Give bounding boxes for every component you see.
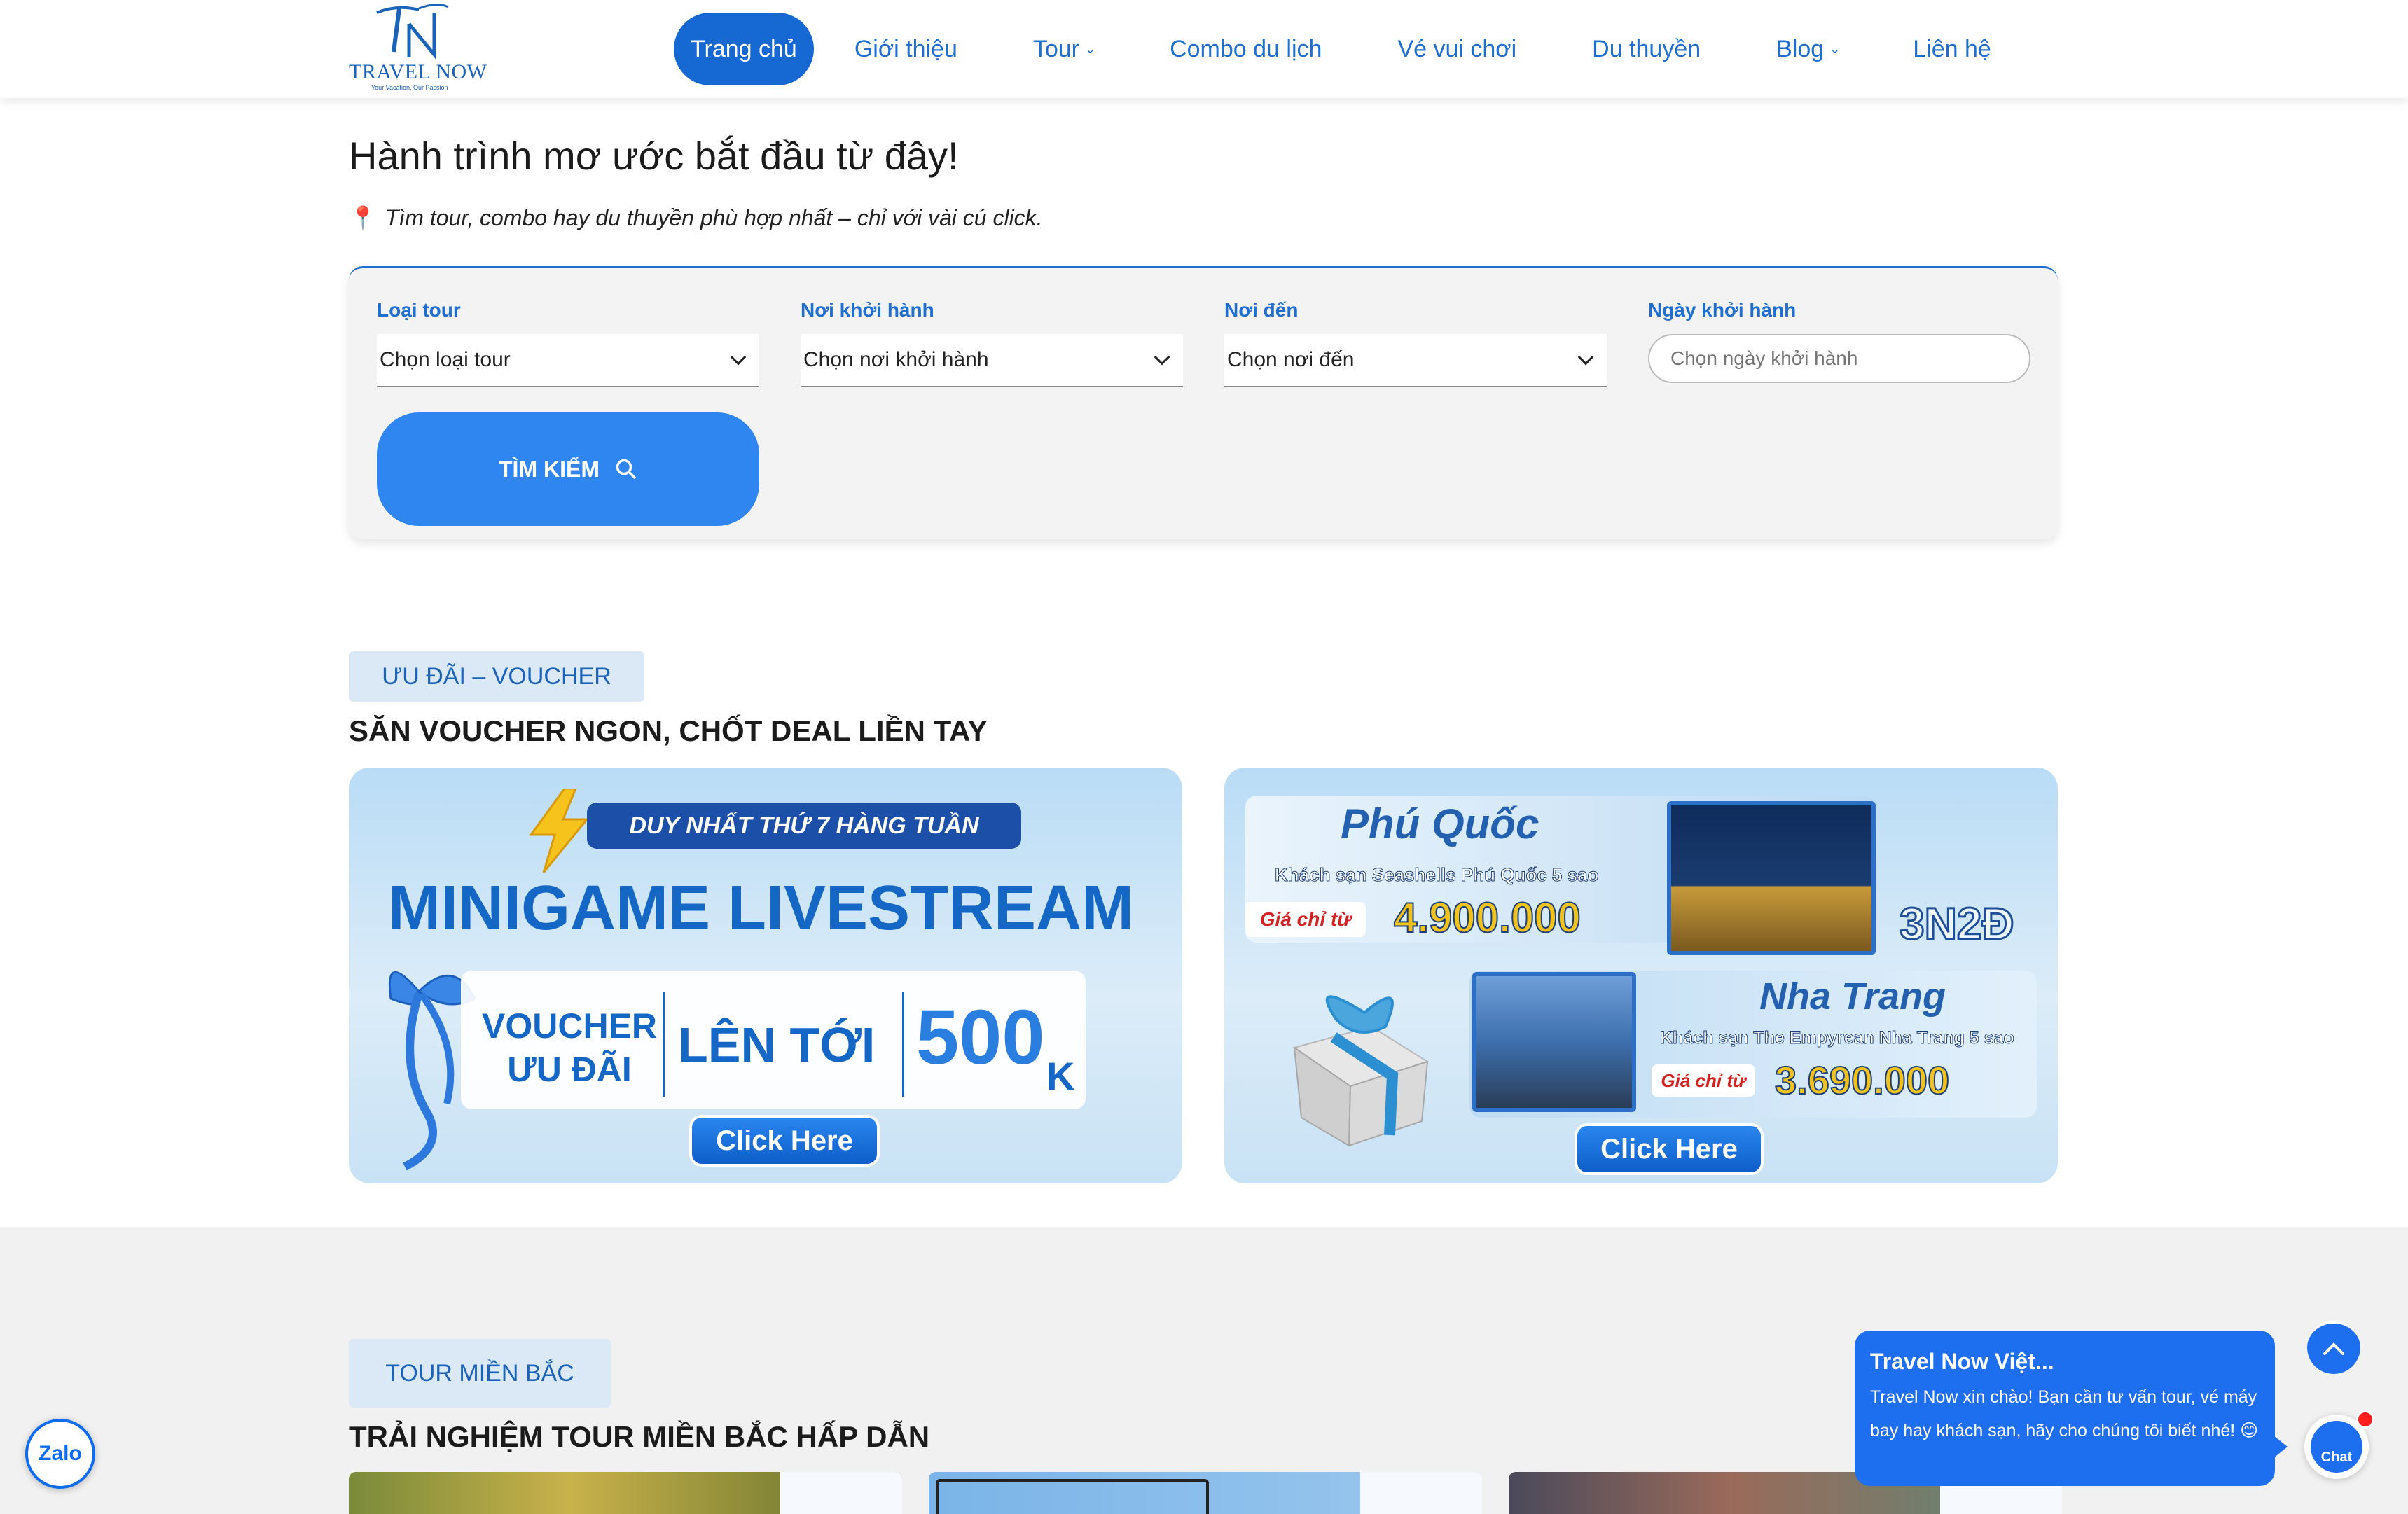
logo-mark-icon	[376, 4, 449, 60]
departure-field: Nơi khởi hành Chọn nơi khởi hành	[801, 299, 1183, 387]
hero-title: Hành trình mơ ước bắt đầu từ đây!	[349, 134, 959, 178]
chat-icon-label: Chat	[2320, 1450, 2353, 1465]
chevron-down-icon	[730, 349, 747, 366]
chevron-down-icon: ⌄	[1085, 41, 1096, 56]
price-label-1: Giá chỉ từ	[1245, 902, 1366, 937]
chevron-up-icon	[2323, 1342, 2344, 1355]
field-label: Nơi đến	[1224, 299, 1299, 321]
main-nav: Trang chủ Giới thiệu Tour ⌄ Combo du lịch…	[674, 13, 2008, 85]
tour-type-select[interactable]: Chọn loại tour	[377, 334, 759, 387]
tour-card[interactable]	[349, 1472, 902, 1514]
voucher-section-title: SĂN VOUCHER NGON, CHỐT DEAL LIỀN TAY	[349, 714, 988, 747]
scroll-to-top-button[interactable]	[2307, 1321, 2360, 1374]
tour-search-form: Loại tour Chọn loại tour Nơi khởi hành C…	[349, 266, 2058, 539]
destination-field: Nơi đến Chọn nơi đến	[1224, 299, 1607, 387]
tour-card-logo	[780, 1472, 902, 1514]
empyrean-hotel-photo	[1472, 972, 1636, 1112]
hero-subtitle: 📍 Tìm tour, combo hay du thuyền phù hợp n…	[349, 204, 1043, 231]
search-icon	[616, 459, 636, 479]
map-pin-icon: 📍	[349, 205, 377, 230]
divider	[663, 992, 665, 1097]
select-value: Chọn nơi đến	[1227, 348, 1355, 371]
price-label-2: Giá chỉ từ	[1652, 1064, 1755, 1097]
field-label: Loại tour	[377, 299, 461, 321]
nav-lien-he[interactable]: Liên hệ	[1896, 13, 2008, 85]
price-2: 3.690.000	[1774, 1057, 1950, 1103]
nav-label: Liên hệ	[1913, 35, 1991, 62]
hotel-combo-banner[interactable]: Phú Quốc Khách sạn Seashells Phú Quốc 5 …	[1224, 768, 2058, 1183]
site-header: TRAVEL NOW Your Vacation, Our Passion Tr…	[0, 0, 2408, 98]
banner-strip: DUY NHẤT THỨ 7 HÀNG TUẦN	[587, 803, 1021, 849]
nav-gioi-thieu[interactable]: Giới thiệu	[838, 13, 974, 85]
nav-label: Tour	[1032, 35, 1079, 62]
chevron-down-icon	[1154, 349, 1170, 366]
voucher-amount: 500	[916, 994, 1045, 1081]
tour-card-logo	[1360, 1472, 1482, 1514]
nav-du-thuyen[interactable]: Du thuyền	[1575, 13, 1717, 85]
north-section-badge: TOUR MIỀN BẮC	[349, 1339, 611, 1408]
departure-date-field: Ngày khởi hành	[1648, 299, 2030, 383]
nav-label: Combo du lịch	[1170, 35, 1322, 62]
nav-label: Giới thiệu	[854, 35, 957, 62]
chat-greeting-bubble[interactable]: Travel Now Việt... Travel Now xin chào! …	[1855, 1331, 2288, 1486]
travel-now-logo[interactable]: TRAVEL NOW Your Vacation, Our Passion	[349, 3, 492, 94]
tour-card[interactable]	[929, 1472, 1482, 1514]
price-1: 4.900.000	[1393, 894, 1582, 942]
nav-trang-chu[interactable]: Trang chủ	[674, 13, 814, 85]
gift-box-icon	[1292, 995, 1430, 1147]
field-label: Ngày khởi hành	[1648, 299, 1797, 321]
nav-label: Blog	[1776, 35, 1825, 62]
voucher-section-badge: ƯU ĐÃI – VOUCHER	[349, 651, 644, 702]
nav-blog[interactable]: Blog ⌄	[1759, 13, 1857, 85]
north-section-title: TRẢI NGHIỆM TOUR MIỀN BẮC HẤP DẪN	[349, 1420, 930, 1453]
nav-combo-du-lich[interactable]: Combo du lịch	[1153, 13, 1338, 85]
select-value: Chọn loại tour	[380, 348, 511, 371]
logo-slogan: Your Vacation, Our Passion	[371, 84, 448, 91]
divider	[902, 992, 904, 1097]
voucher-line2: ƯU ĐÃI	[507, 1050, 632, 1089]
chat-title: Travel Now Việt...	[1870, 1349, 2054, 1374]
chat-icon: Chat	[2311, 1421, 2362, 1473]
zalo-button[interactable]: Zalo	[25, 1419, 95, 1489]
banner-click-here-button[interactable]: Click Here	[1575, 1123, 1764, 1175]
logo-brand-text: TRAVEL NOW	[349, 60, 487, 83]
tour-type-field: Loại tour Chọn loại tour	[377, 299, 759, 387]
notification-dot	[2356, 1410, 2374, 1429]
departure-select[interactable]: Chọn nơi khởi hành	[801, 334, 1183, 387]
tour-card-photo	[936, 1479, 1209, 1514]
field-label: Nơi khởi hành	[801, 299, 934, 321]
banner-headline: MINIGAME LIVESTREAM	[388, 873, 1135, 943]
nav-label: Vé vui chơi	[1397, 35, 1517, 62]
chat-message: Travel Now xin chào! Bạn cần tư vấn tour…	[1870, 1387, 2259, 1440]
voucher-label: VOUCHER ƯU ĐÃI	[482, 1004, 657, 1091]
nav-ve-vui-choi[interactable]: Vé vui chơi	[1381, 13, 1533, 85]
nav-label: Trang chủ	[691, 35, 797, 62]
seashells-hotel-photo	[1667, 801, 1876, 955]
hero-subtitle-text: Tìm tour, combo hay du thuyền phù hợp nh…	[385, 205, 1043, 230]
chat-launcher-button[interactable]: Chat	[2304, 1410, 2374, 1479]
voucher-unit: K	[1046, 1054, 1075, 1098]
nav-label: Du thuyền	[1592, 35, 1701, 62]
hotel2-text: Khách sạn The Empyrean Nha Trang 5 sao	[1660, 1028, 2015, 1048]
chevron-down-icon	[1577, 349, 1594, 366]
up-to-label: LÊN TỚI	[678, 1018, 876, 1072]
dest1-title: Phú Quốc	[1341, 800, 1539, 847]
zalo-label: Zalo	[39, 1442, 82, 1465]
departure-date-input[interactable]	[1648, 334, 2030, 383]
banner-click-here-button[interactable]: Click Here	[689, 1115, 880, 1167]
voucher-line1: VOUCHER	[482, 1006, 658, 1046]
nav-tour[interactable]: Tour ⌄	[1016, 13, 1112, 85]
dest2-title: Nha Trang	[1759, 975, 1946, 1018]
chevron-down-icon: ⌄	[1829, 41, 1841, 56]
minigame-livestream-banner[interactable]: DUY NHẤT THỨ 7 HÀNG TUẦN MINIGAME LIVEST…	[349, 768, 1182, 1183]
lightning-icon	[529, 789, 590, 873]
destination-select[interactable]: Chọn nơi đến	[1224, 334, 1607, 387]
search-button[interactable]: TÌM KIẾM	[377, 412, 759, 526]
search-button-label: TÌM KIẾM	[499, 456, 600, 482]
hotel1-text: Khách sạn Seashells Phú Quốc 5 sao	[1274, 864, 1599, 886]
select-value: Chọn nơi khởi hành	[803, 348, 989, 371]
duration-label: 3N2Đ	[1899, 898, 2016, 950]
